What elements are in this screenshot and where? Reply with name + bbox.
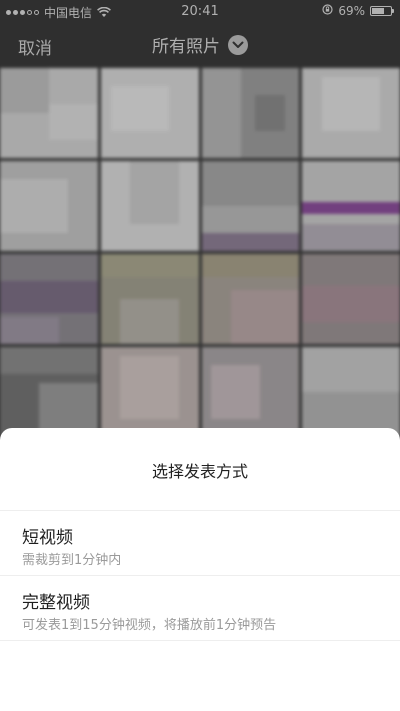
option-description: 需裁剪到1分钟内 — [22, 553, 122, 568]
option-title: 完整视频 — [22, 593, 90, 613]
publish-method-sheet: 选择发表方式 短视频 需裁剪到1分钟内 完整视频 可发表1到15分钟视频，将播放… — [0, 428, 400, 711]
option-full-video[interactable]: 完整视频 可发表1到15分钟视频，将播放前1分钟预告 — [0, 575, 400, 641]
option-description: 可发表1到15分钟视频，将播放前1分钟预告 — [22, 618, 277, 633]
option-short-video[interactable]: 短视频 需裁剪到1分钟内 — [0, 510, 400, 575]
screen: 中国电信 20:41 69% 取消 所有照片 选择发表方式 短视频 需裁剪到1分… — [0, 0, 400, 711]
sheet-title: 选择发表方式 — [151, 462, 248, 481]
option-title: 短视频 — [22, 528, 73, 548]
